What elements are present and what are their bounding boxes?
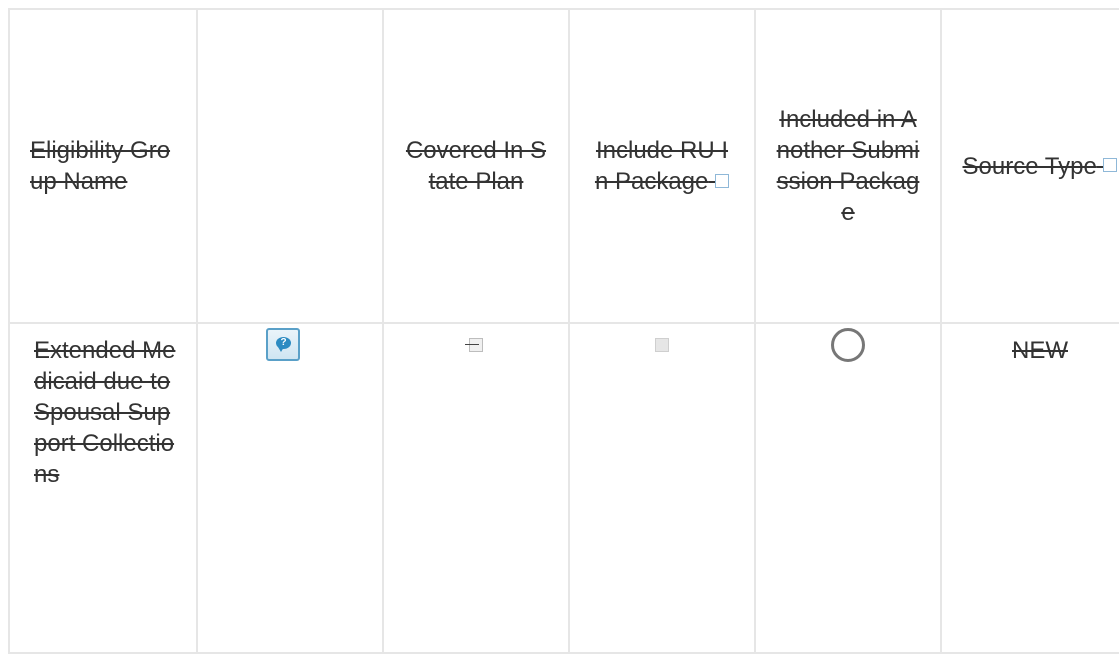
column-header-blank [196,8,384,324]
filter-icon[interactable] [1103,158,1118,173]
column-header-label: Source Type [962,152,1097,180]
table-row: Extended Medicaid due to Spousal Support… [8,322,1119,654]
cell-include-ru-in-package [568,322,756,654]
help-bubble-icon[interactable]: ? [266,328,300,361]
column-header-label: Eligibility Group Name [30,137,171,195]
included-in-another-submission-radio[interactable] [831,328,865,362]
covered-in-state-plan-checkbox [465,338,483,352]
column-header-source-type[interactable]: Source Type [940,8,1119,324]
cell-covered-in-state-plan [382,322,570,654]
column-header-eligibility-group-name[interactable]: Eligibility Group Name [8,8,198,324]
column-header-included-in-another-submission-package[interactable]: Included in Another Submission Package [754,8,942,324]
cell-help: ? [196,322,384,654]
source-type-value: NEW [1012,337,1068,364]
header-row: Eligibility Group Name Covered In State … [8,8,1119,324]
eligibility-groups-frame: Eligibility Group Name Covered In State … [0,0,1119,656]
cell-source-type: NEW [940,322,1119,654]
column-header-label: Include RU In Package [594,137,729,195]
column-header-label: Included in Another Submission Package [776,106,920,226]
filter-icon[interactable] [715,173,730,188]
include-ru-in-package-checkbox [655,338,669,352]
column-header-label: Covered In State Plan [405,137,547,195]
cell-included-in-another-submission-package [754,322,942,654]
column-header-include-ru-in-package[interactable]: Include RU In Package [568,8,756,324]
table-header: Eligibility Group Name Covered In State … [8,8,1119,324]
table-body: Extended Medicaid due to Spousal Support… [8,322,1119,654]
eligibility-group-name: Extended Medicaid due to Spousal Support… [34,337,176,488]
cell-eligibility-group-name: Extended Medicaid due to Spousal Support… [8,322,198,654]
eligibility-group-table: Eligibility Group Name Covered In State … [8,8,1119,654]
column-header-covered-in-state-plan[interactable]: Covered In State Plan [382,8,570,324]
